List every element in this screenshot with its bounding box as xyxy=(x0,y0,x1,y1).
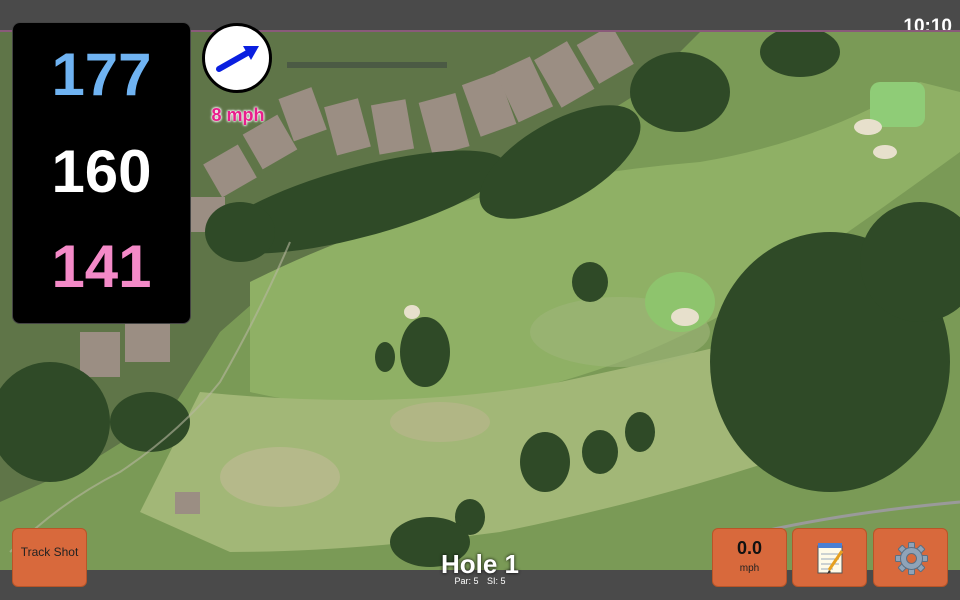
back-distance: 177 xyxy=(51,41,152,108)
wind-speed-button[interactable]: 0.0 mph xyxy=(712,528,787,587)
track-shot-label: Track Shot xyxy=(20,545,79,559)
wind-direction-dial xyxy=(202,23,272,93)
front-distance: 141 xyxy=(51,233,152,300)
wind-speed-value: 0.0 xyxy=(736,538,763,558)
notes-button[interactable] xyxy=(792,528,867,587)
gear-icon xyxy=(895,542,928,575)
hole-info: Par: 5 SI: 5 xyxy=(400,576,560,586)
wind-speed-unit: mph xyxy=(739,563,760,574)
distance-panel: 177 160 141 xyxy=(12,22,191,324)
track-shot-button[interactable]: Track Shot xyxy=(12,528,87,587)
hole-stroke-index: SI: 5 xyxy=(487,576,506,586)
wind-speed-label: 8 mph xyxy=(211,105,265,125)
middle-distance: 160 xyxy=(51,138,152,205)
wind-arrow-icon xyxy=(216,46,259,72)
notepad-icon xyxy=(817,543,844,574)
hole-par: Par: 5 xyxy=(454,576,479,586)
settings-button[interactable] xyxy=(873,528,948,587)
